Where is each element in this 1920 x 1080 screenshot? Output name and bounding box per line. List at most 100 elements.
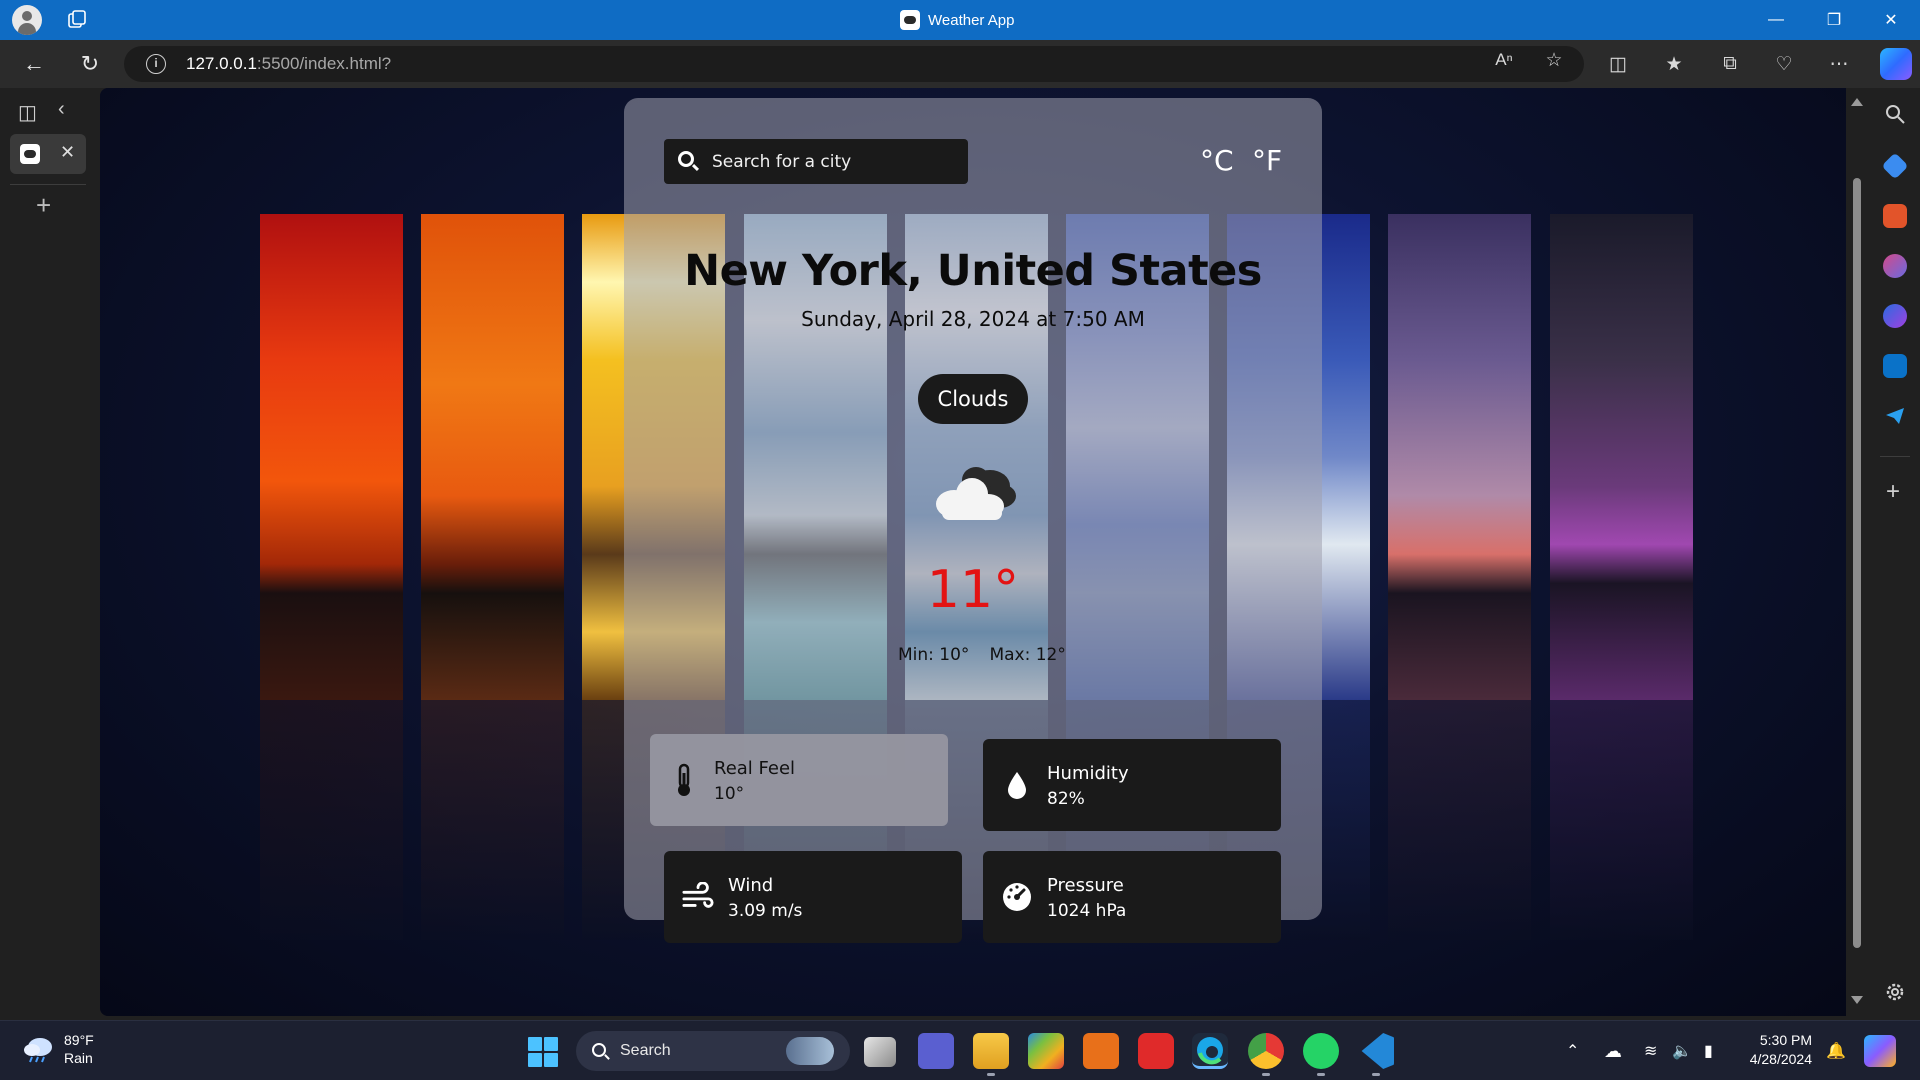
wifi-icon[interactable]: ≋ — [1644, 1021, 1657, 1080]
copilot-icon[interactable] — [1880, 48, 1912, 80]
tab-actions-icon[interactable]: ◫ — [18, 100, 37, 125]
search-icon — [678, 151, 694, 167]
thermometer-icon — [668, 763, 700, 796]
windows-taskbar: 89°F Rain Search ⌃ ☁ ≋ 🔈 ▮ 5:30 PM 4/28/… — [0, 1020, 1920, 1080]
water-drop-icon — [1001, 769, 1033, 801]
real-feel-tile: Real Feel 10° — [650, 734, 948, 826]
onedrive-icon[interactable]: ☁ — [1604, 1021, 1622, 1080]
outlook-icon[interactable] — [1883, 354, 1907, 378]
favorites-icon[interactable]: ★ — [1660, 50, 1688, 78]
workspaces-icon[interactable] — [66, 9, 88, 31]
fahrenheit-toggle[interactable]: °F — [1252, 144, 1282, 177]
url-path: :5500/index.html? — [256, 54, 392, 73]
current-temperature: 11° — [926, 560, 1020, 620]
microsoft-store-icon[interactable] — [1028, 1033, 1064, 1069]
restore-button[interactable]: ❐ — [1807, 0, 1861, 40]
minimize-button[interactable]: — — [1749, 0, 1803, 40]
chrome-icon[interactable] — [1248, 1033, 1284, 1069]
profile-avatar-icon[interactable] — [12, 5, 42, 35]
url-host: 127.0.0.1 — [186, 54, 257, 73]
split-screen-icon[interactable]: ◫ — [1604, 50, 1632, 78]
add-sidebar-app-icon[interactable]: + — [1886, 478, 1900, 506]
app-favicon-icon — [900, 10, 920, 30]
window-title-text: Weather App — [928, 11, 1015, 29]
read-aloud-icon[interactable]: Aⁿ — [1490, 46, 1518, 74]
drop-send-icon[interactable] — [1883, 404, 1907, 428]
vlc-or-app-icon[interactable] — [1083, 1033, 1119, 1069]
sidebar-settings-gear-icon[interactable] — [1883, 980, 1907, 1004]
close-tab-icon[interactable]: ✕ — [60, 142, 75, 163]
real-feel-label: Real Feel — [714, 758, 796, 779]
gauge-icon — [1001, 881, 1033, 913]
humidity-value: 82% — [1047, 789, 1085, 809]
scroll-down-arrow-icon[interactable] — [1851, 996, 1863, 1004]
file-explorer-running-indicator — [987, 1073, 995, 1076]
wps-office-icon[interactable] — [1138, 1033, 1174, 1069]
tools-icon[interactable] — [1883, 204, 1907, 228]
tab-separator — [10, 184, 86, 185]
battery-icon[interactable]: ▮ — [1704, 1021, 1713, 1080]
microsoft-365-icon[interactable] — [1883, 304, 1907, 328]
sidebar-separator — [1880, 456, 1910, 457]
wind-value: 3.09 m/s — [728, 901, 803, 921]
site-info-icon[interactable]: i — [146, 54, 166, 74]
more-options-icon[interactable]: ⋯ — [1825, 50, 1853, 78]
shopping-tag-icon[interactable] — [1881, 152, 1909, 180]
start-button-windows-icon[interactable] — [528, 1037, 558, 1067]
copilot-taskbar-icon[interactable] — [1864, 1035, 1896, 1067]
taskbar-weather-temp: 89°F — [64, 1032, 94, 1048]
tab-weather-app[interactable]: ✕ — [10, 134, 86, 174]
back-button[interactable]: ← — [16, 46, 52, 82]
title-bar: Weather App — ❐ ✕ — [0, 0, 1920, 40]
taskbar-weather-desc: Rain — [64, 1050, 93, 1066]
chrome-running-indicator — [1262, 1073, 1270, 1076]
file-explorer-icon[interactable] — [973, 1033, 1009, 1069]
taskbar-weather[interactable]: 89°F Rain — [64, 1031, 94, 1067]
scrollbar-thumb[interactable] — [1853, 178, 1861, 948]
pressure-label: Pressure — [1047, 875, 1124, 896]
collections-icon[interactable]: ⧉ — [1716, 50, 1744, 78]
tab-favicon-icon — [20, 144, 40, 164]
url-text[interactable]: 127.0.0.1:5500/index.html? — [186, 54, 391, 74]
city-search-box[interactable] — [664, 139, 968, 184]
celsius-toggle[interactable]: °C — [1200, 144, 1234, 177]
edge-taskbar-item[interactable] — [1192, 1033, 1228, 1069]
browser-essentials-icon[interactable]: ♡ — [1770, 50, 1798, 78]
rain-cloud-icon[interactable] — [22, 1035, 56, 1063]
sidebar-search-icon[interactable] — [1883, 102, 1907, 126]
wallpaper-strip — [260, 214, 403, 700]
notification-bell-icon[interactable]: 🔔 — [1826, 1021, 1846, 1080]
taskbar-search[interactable]: Search — [576, 1031, 850, 1071]
max-temperature: Max: 12° — [989, 645, 1066, 665]
real-feel-value: 10° — [714, 784, 745, 804]
wallpaper-reflection — [1388, 700, 1531, 940]
city-search-input[interactable] — [712, 139, 962, 184]
humidity-tile: Humidity 82% — [983, 739, 1281, 831]
taskbar-search-label: Search — [620, 1042, 671, 1059]
whatsapp-icon[interactable] — [1303, 1033, 1339, 1069]
show-hidden-icons-chevron-icon[interactable]: ⌃ — [1566, 1021, 1579, 1080]
teams-icon[interactable] — [918, 1033, 954, 1069]
taskbar-clock[interactable]: 5:30 PM 4/28/2024 — [1744, 1031, 1812, 1069]
address-bar[interactable]: i 127.0.0.1:5500/index.html? Aⁿ ☆ — [124, 46, 1584, 82]
favorite-star-icon[interactable]: ☆ — [1540, 46, 1568, 74]
min-max-temperature: Min: 10° Max: 12° — [898, 645, 1066, 665]
city-name: New York, United States — [684, 246, 1262, 296]
vscode-icon[interactable] — [1361, 1033, 1394, 1069]
task-view-icon[interactable] — [864, 1037, 896, 1067]
close-window-button[interactable]: ✕ — [1864, 0, 1918, 40]
refresh-button[interactable]: ↻ — [72, 46, 108, 82]
new-tab-button[interactable]: + — [36, 190, 51, 221]
wallpaper-strip — [421, 214, 564, 700]
games-icon[interactable] — [1883, 254, 1907, 278]
volume-icon[interactable]: 🔈 — [1672, 1021, 1692, 1080]
window-title: Weather App — [900, 0, 1014, 40]
page-scrollbar[interactable] — [1846, 88, 1868, 1020]
wallpaper-strip — [1550, 214, 1693, 700]
date-time: Sunday, April 28, 2024 at 7:50 AM — [801, 307, 1145, 331]
scroll-up-arrow-icon[interactable] — [1851, 98, 1863, 106]
collapse-pane-icon[interactable]: ‹ — [58, 98, 65, 121]
taskbar-search-icon — [592, 1043, 606, 1057]
search-highlight-image — [786, 1037, 834, 1065]
whatsapp-running-indicator — [1317, 1073, 1325, 1076]
